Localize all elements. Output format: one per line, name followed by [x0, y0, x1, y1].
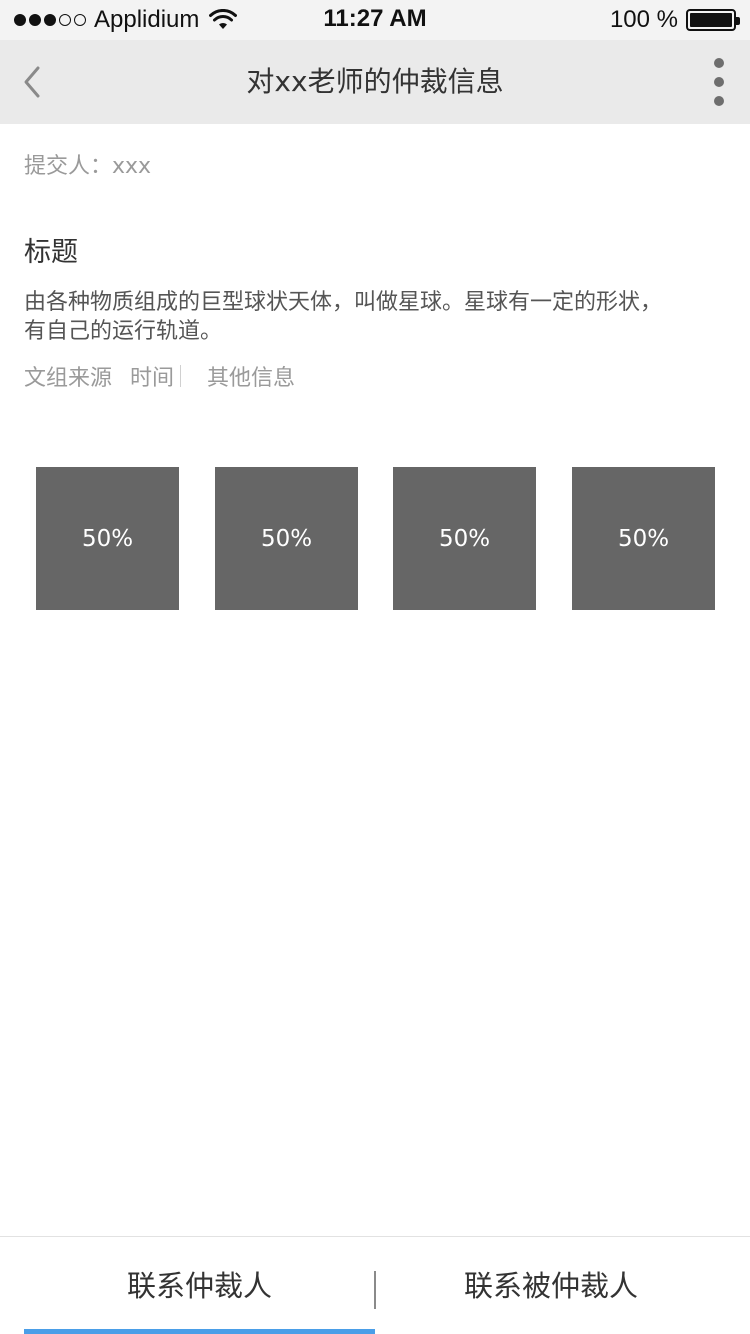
contact-arbitrated-button[interactable]: 联系被仲裁人: [376, 1237, 726, 1334]
section-title: 标题: [24, 237, 78, 268]
image-tile[interactable]: 50%: [572, 467, 715, 610]
active-tab-indicator: [24, 1329, 375, 1334]
meta-source: 文组来源: [24, 366, 113, 391]
nav-bar: 对xx老师的仲裁信息: [0, 40, 750, 124]
meta-info-row: 文组来源 时间 其他信息: [24, 360, 295, 392]
meta-time: 时间: [130, 366, 175, 391]
image-tile[interactable]: 50%: [36, 467, 179, 610]
status-bar: Applidium 11:27 AM 100 %: [0, 0, 750, 40]
meta-divider: [180, 365, 182, 387]
description-text: 由各种物质组成的巨型球状天体，叫做星球。星球有一定的形状，有自己的运行轨道。: [24, 290, 663, 344]
image-tiles: 50% 50% 50% 50%: [36, 467, 715, 610]
page-title: 对xx老师的仲裁信息: [246, 65, 504, 98]
battery-percentage: 100 %: [609, 6, 678, 33]
chevron-left-icon[interactable]: [18, 62, 48, 102]
more-options-icon[interactable]: [708, 58, 730, 106]
status-right: 100 %: [609, 6, 740, 34]
image-tile[interactable]: 50%: [393, 467, 536, 610]
contact-arbitrator-button[interactable]: 联系仲裁人: [24, 1237, 375, 1334]
more-dot: [714, 58, 724, 68]
bottom-action-bar: 联系仲裁人 联系被仲裁人: [0, 1236, 750, 1334]
battery-icon: [686, 9, 740, 31]
image-tile[interactable]: 50%: [215, 467, 358, 610]
submitter-text: 提交人：xxx: [24, 154, 152, 179]
meta-other: 其他信息: [207, 366, 296, 391]
more-dot: [714, 96, 724, 106]
battery-fill: [690, 13, 732, 27]
more-dot: [714, 77, 724, 87]
